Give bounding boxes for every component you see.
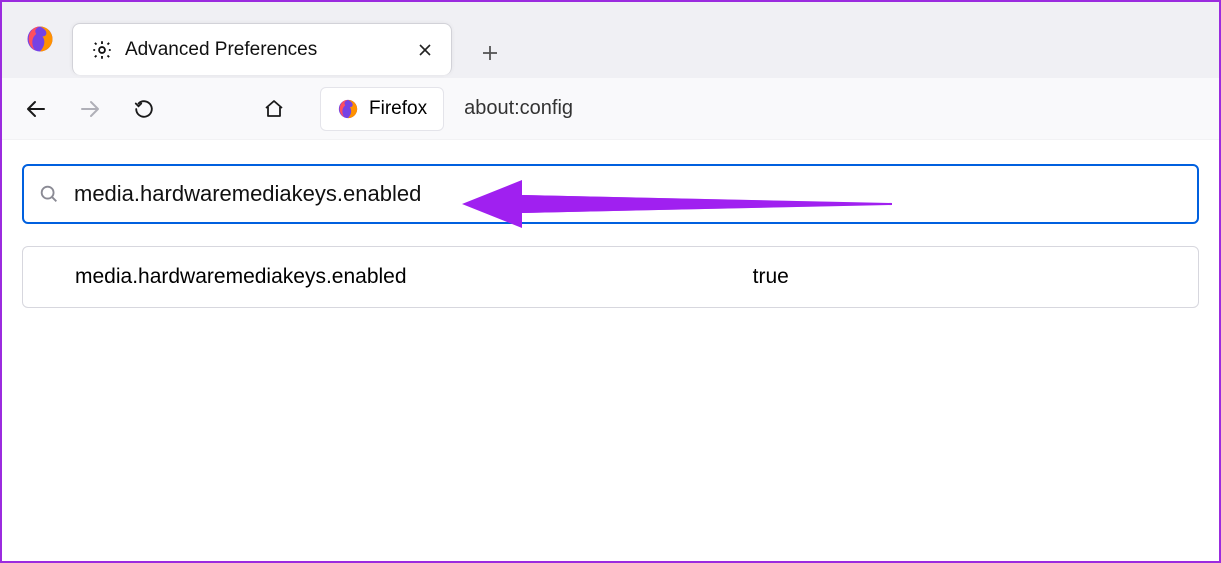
- nav-toolbar: Firefox about:config: [2, 78, 1219, 140]
- forward-button[interactable]: [66, 85, 114, 133]
- reload-button[interactable]: [120, 85, 168, 133]
- identity-label: Firefox: [369, 98, 427, 120]
- firefox-brand-icon: [337, 98, 359, 120]
- pref-search-box[interactable]: [22, 164, 1199, 224]
- gear-icon: [91, 39, 113, 61]
- firefox-app-icon: [8, 1, 72, 77]
- pref-name: media.hardwaremediakeys.enabled: [75, 265, 753, 289]
- search-icon: [38, 183, 60, 205]
- back-button[interactable]: [12, 85, 60, 133]
- identity-box[interactable]: Firefox: [320, 87, 444, 131]
- pref-search-input[interactable]: [74, 181, 1183, 207]
- tab-strip: Advanced Preferences: [2, 2, 1219, 78]
- browser-tab[interactable]: Advanced Preferences: [72, 23, 452, 75]
- home-button[interactable]: [250, 85, 298, 133]
- about-config-page: media.hardwaremediakeys.enabled true: [2, 140, 1219, 308]
- new-tab-button[interactable]: [466, 29, 514, 77]
- tab-title: Advanced Preferences: [125, 39, 399, 61]
- pref-row[interactable]: media.hardwaremediakeys.enabled true: [23, 247, 1198, 307]
- pref-value: true: [753, 265, 972, 289]
- pref-results-table: media.hardwaremediakeys.enabled true: [22, 246, 1199, 308]
- url-display[interactable]: about:config: [464, 97, 573, 120]
- close-tab-icon[interactable]: [411, 36, 439, 64]
